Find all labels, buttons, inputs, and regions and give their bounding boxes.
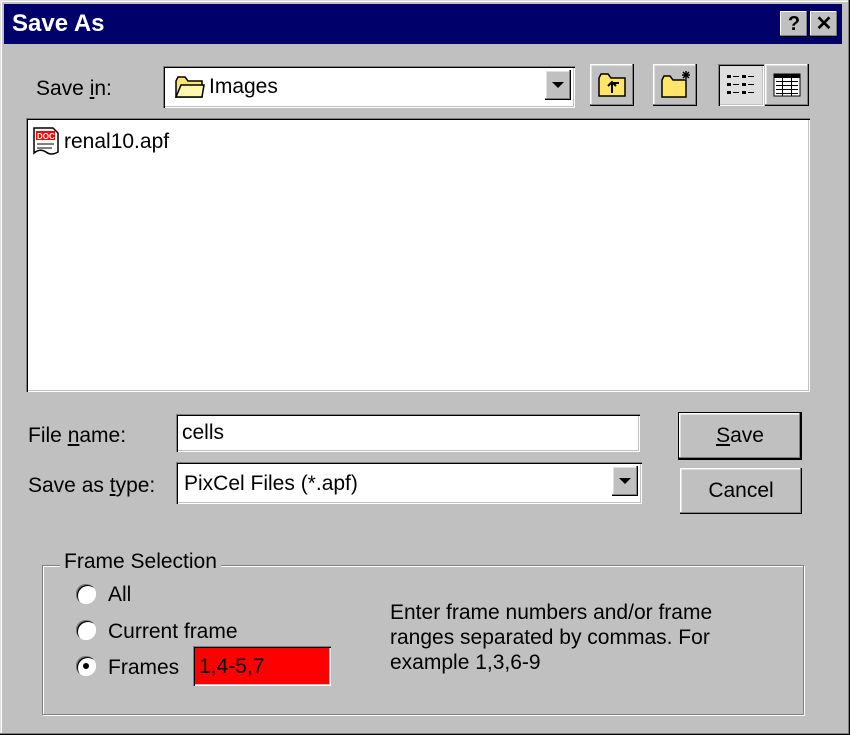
radio-all-label: All bbox=[108, 583, 132, 606]
save-as-type-dropdown[interactable]: PixCel Files (*.apf) bbox=[176, 462, 642, 504]
radio-all[interactable] bbox=[76, 584, 96, 604]
file-name-input[interactable]: cells bbox=[176, 414, 640, 452]
folder-icon bbox=[175, 76, 205, 98]
radio-current-frame-label: Current frame bbox=[108, 620, 238, 643]
file-name-label: File name: bbox=[28, 424, 127, 447]
cancel-button[interactable]: Cancel bbox=[680, 468, 802, 514]
radio-frames[interactable] bbox=[76, 656, 96, 676]
new-folder-icon bbox=[661, 71, 690, 98]
up-one-level-button[interactable] bbox=[590, 64, 634, 106]
folder-up-icon bbox=[598, 73, 626, 97]
frames-input[interactable]: 1,4-5,7 bbox=[193, 646, 331, 686]
list-icon bbox=[727, 75, 754, 94]
details-icon bbox=[773, 73, 801, 97]
frame-hint-text: Enter frame numbers and/or frame ranges … bbox=[390, 601, 713, 674]
radio-frames-label: Frames bbox=[108, 656, 180, 679]
close-button[interactable]: ✕ bbox=[810, 11, 838, 37]
save-in-label: Save in: bbox=[36, 77, 112, 100]
save-button[interactable]: Save bbox=[679, 413, 801, 459]
details-view-button[interactable] bbox=[765, 64, 809, 106]
file-name-text: renal10.apf bbox=[64, 130, 170, 153]
save-as-type-value: PixCel Files (*.apf) bbox=[184, 472, 358, 495]
file-name-value: cells bbox=[182, 421, 225, 444]
save-as-dialog: Save As ? ✕ Save in: Images DOC renal10.… bbox=[0, 0, 850, 735]
file-list[interactable]: DOC renal10.apf bbox=[26, 118, 810, 392]
save-as-type-label: Save as type: bbox=[28, 474, 156, 497]
frame-selection-title: Frame Selection bbox=[60, 550, 221, 574]
chevron-down-icon[interactable] bbox=[612, 466, 638, 496]
help-button[interactable]: ? bbox=[780, 11, 808, 37]
window-title: Save As bbox=[12, 10, 105, 37]
doc-icon-text: DOC bbox=[37, 132, 55, 141]
save-in-dropdown[interactable]: Images bbox=[163, 66, 575, 108]
doc-icon: DOC bbox=[33, 127, 59, 155]
frames-input-value: 1,4-5,7 bbox=[199, 655, 265, 678]
title-bar[interactable]: Save As ? ✕ bbox=[4, 4, 842, 44]
radio-current-frame[interactable] bbox=[76, 620, 96, 640]
chevron-down-icon[interactable] bbox=[545, 70, 571, 100]
list-view-button[interactable] bbox=[718, 64, 764, 106]
new-folder-button[interactable] bbox=[653, 64, 697, 106]
save-in-value: Images bbox=[209, 75, 278, 98]
